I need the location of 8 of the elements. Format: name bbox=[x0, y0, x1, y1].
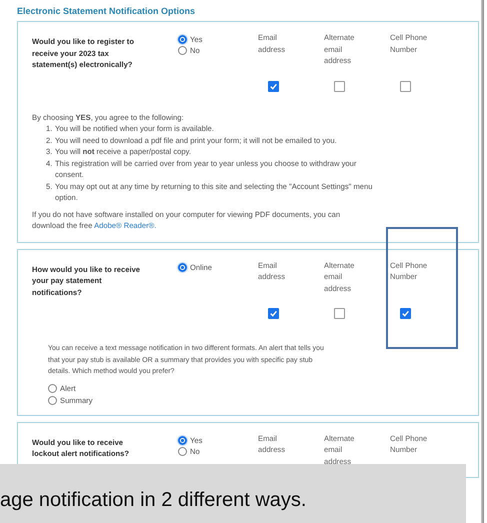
checkbox[interactable] bbox=[268, 80, 279, 92]
checkbox[interactable] bbox=[268, 308, 279, 319]
checkbox[interactable] bbox=[400, 80, 411, 92]
checkbox[interactable] bbox=[334, 80, 345, 92]
section-heading: Electronic Statement Notification Options bbox=[17, 6, 196, 16]
checkbox[interactable] bbox=[334, 308, 345, 319]
caption-text: age notification in 2 different ways. bbox=[0, 489, 306, 512]
checkbox[interactable] bbox=[400, 308, 411, 319]
